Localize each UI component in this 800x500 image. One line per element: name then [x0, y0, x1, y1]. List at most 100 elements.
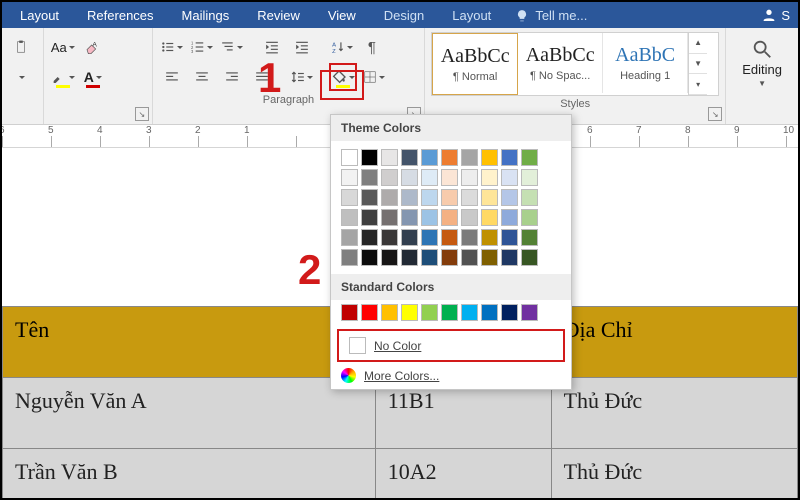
color-swatch[interactable] — [421, 169, 438, 186]
no-color-menuitem[interactable]: No Color — [337, 329, 565, 362]
table-row[interactable]: Trần Văn B 10A2 Thủ Đức — [3, 449, 798, 500]
text-highlight-button[interactable] — [50, 64, 76, 90]
font-dialog-launcher[interactable]: ↘ — [135, 107, 149, 121]
tab-references[interactable]: References — [73, 3, 167, 28]
color-swatch[interactable] — [441, 189, 458, 206]
color-swatch[interactable] — [501, 249, 518, 266]
color-swatch[interactable] — [361, 304, 378, 321]
clear-formatting-button[interactable]: A — [80, 34, 106, 60]
color-swatch[interactable] — [501, 229, 518, 246]
more-colors-menuitem[interactable]: More Colors... — [331, 362, 571, 389]
color-swatch[interactable] — [461, 169, 478, 186]
color-swatch[interactable] — [441, 249, 458, 266]
color-swatch[interactable] — [361, 169, 378, 186]
line-spacing-button[interactable] — [289, 64, 315, 90]
color-swatch[interactable] — [341, 304, 358, 321]
color-swatch[interactable] — [501, 149, 518, 166]
color-swatch[interactable] — [381, 189, 398, 206]
color-swatch[interactable] — [481, 169, 498, 186]
paste-button[interactable] — [8, 34, 34, 60]
color-swatch[interactable] — [461, 229, 478, 246]
table-header-cell[interactable]: Địa Chỉ — [551, 307, 797, 378]
share-button[interactable]: S — [753, 2, 798, 28]
color-swatch[interactable] — [341, 149, 358, 166]
align-right-button[interactable] — [219, 64, 245, 90]
tab-table-design[interactable]: Design — [370, 3, 438, 28]
color-swatch[interactable] — [421, 249, 438, 266]
color-swatch[interactable] — [481, 229, 498, 246]
color-swatch[interactable] — [481, 209, 498, 226]
color-swatch[interactable] — [501, 304, 518, 321]
sort-button[interactable]: AZ — [329, 34, 355, 60]
table-cell[interactable]: Trần Văn B — [3, 449, 376, 500]
color-swatch[interactable] — [521, 249, 538, 266]
color-swatch[interactable] — [461, 249, 478, 266]
tab-view[interactable]: View — [314, 3, 370, 28]
color-swatch[interactable] — [361, 229, 378, 246]
borders-button[interactable] — [361, 64, 387, 90]
color-swatch[interactable] — [381, 169, 398, 186]
color-swatch[interactable] — [461, 149, 478, 166]
style-normal[interactable]: AaBbCc ¶ Normal — [432, 33, 518, 95]
color-swatch[interactable] — [341, 209, 358, 226]
color-swatch[interactable] — [441, 304, 458, 321]
color-swatch[interactable] — [401, 169, 418, 186]
color-swatch[interactable] — [341, 169, 358, 186]
color-swatch[interactable] — [401, 249, 418, 266]
color-swatch[interactable] — [441, 149, 458, 166]
tab-review[interactable]: Review — [243, 3, 314, 28]
color-swatch[interactable] — [401, 149, 418, 166]
style-gallery-scroll[interactable]: ▲▼▾ — [688, 33, 707, 95]
color-swatch[interactable] — [381, 149, 398, 166]
color-swatch[interactable] — [461, 209, 478, 226]
color-swatch[interactable] — [521, 304, 538, 321]
align-left-button[interactable] — [159, 64, 185, 90]
color-swatch[interactable] — [421, 189, 438, 206]
table-cell[interactable]: Nguyễn Văn A — [3, 378, 376, 449]
change-case-button[interactable]: Aa — [50, 34, 76, 60]
color-swatch[interactable] — [441, 229, 458, 246]
numbering-button[interactable]: 123 — [189, 34, 215, 60]
color-swatch[interactable] — [381, 229, 398, 246]
color-swatch[interactable] — [521, 149, 538, 166]
color-swatch[interactable] — [401, 304, 418, 321]
color-swatch[interactable] — [421, 149, 438, 166]
color-swatch[interactable] — [381, 249, 398, 266]
color-swatch[interactable] — [341, 249, 358, 266]
color-swatch[interactable] — [381, 209, 398, 226]
color-swatch[interactable] — [481, 304, 498, 321]
color-swatch[interactable] — [481, 189, 498, 206]
find-button[interactable]: Editing ▼ — [732, 32, 792, 94]
table-cell[interactable]: Thủ Đức — [551, 378, 797, 449]
color-swatch[interactable] — [401, 189, 418, 206]
color-swatch[interactable] — [441, 209, 458, 226]
color-swatch[interactable] — [361, 249, 378, 266]
color-swatch[interactable] — [381, 304, 398, 321]
color-swatch[interactable] — [421, 209, 438, 226]
color-swatch[interactable] — [501, 169, 518, 186]
color-swatch[interactable] — [521, 209, 538, 226]
color-swatch[interactable] — [521, 229, 538, 246]
show-marks-button[interactable]: ¶ — [359, 34, 385, 60]
color-swatch[interactable] — [401, 209, 418, 226]
multilevel-list-button[interactable] — [219, 34, 245, 60]
style-gallery[interactable]: AaBbCc ¶ Normal AaBbCc ¶ No Spac... AaBb… — [431, 32, 719, 96]
styles-dialog-launcher[interactable]: ↘ — [708, 107, 722, 121]
color-swatch[interactable] — [521, 169, 538, 186]
color-swatch[interactable] — [421, 304, 438, 321]
table-cell[interactable]: 10A2 — [375, 449, 551, 500]
color-swatch[interactable] — [401, 229, 418, 246]
color-swatch[interactable] — [461, 189, 478, 206]
align-center-button[interactable] — [189, 64, 215, 90]
table-header-cell[interactable]: Tên — [3, 307, 376, 378]
tab-layout[interactable]: Layout — [6, 3, 73, 28]
color-swatch[interactable] — [441, 169, 458, 186]
tab-mailings[interactable]: Mailings — [168, 3, 244, 28]
increase-indent-button[interactable] — [289, 34, 315, 60]
color-swatch[interactable] — [501, 209, 518, 226]
color-swatch[interactable] — [341, 189, 358, 206]
color-swatch[interactable] — [361, 189, 378, 206]
font-color-button[interactable]: A — [80, 64, 106, 90]
color-swatch[interactable] — [341, 229, 358, 246]
style-heading1[interactable]: AaBbC Heading 1 — [603, 33, 688, 93]
